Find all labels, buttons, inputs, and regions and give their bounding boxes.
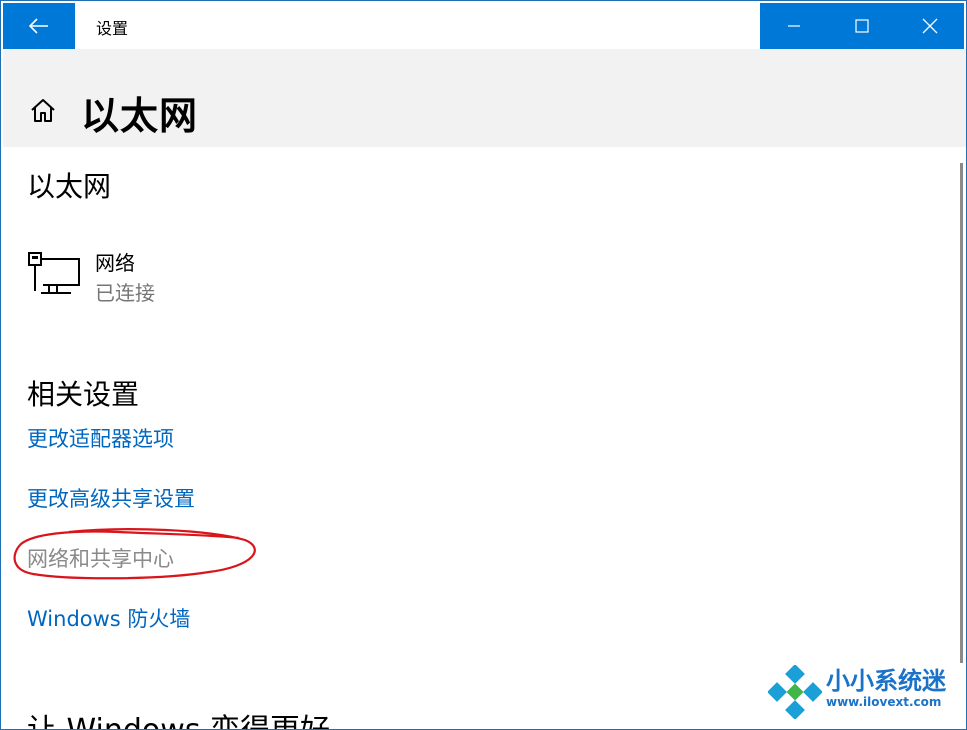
maximize-button[interactable] bbox=[828, 3, 896, 49]
ethernet-section-title: 以太网 bbox=[27, 170, 112, 203]
ethernet-computer-icon bbox=[28, 252, 80, 294]
content-area: 以太网 网络 已连接 相关设置 更改适配器选项 更改高级共享设置 网络和共享中心… bbox=[3, 147, 966, 729]
related-settings-title: 相关设置 bbox=[27, 378, 140, 411]
network-item[interactable]: 网络 已连接 bbox=[27, 247, 327, 307]
scrollbar-thumb[interactable] bbox=[960, 163, 963, 663]
network-name: 网络 bbox=[95, 251, 135, 275]
window-title: 设置 bbox=[96, 19, 129, 38]
minimize-icon bbox=[788, 25, 800, 27]
change-adapter-options-link[interactable]: 更改适配器选项 bbox=[27, 423, 174, 453]
page-header: 以太网 bbox=[3, 49, 966, 147]
scrollbar[interactable] bbox=[958, 147, 964, 729]
windows-firewall-link[interactable]: Windows 防火墙 bbox=[27, 603, 190, 633]
arrow-left-icon bbox=[29, 18, 48, 34]
page-title: 以太网 bbox=[81, 94, 199, 138]
close-button[interactable] bbox=[896, 3, 964, 49]
back-button[interactable] bbox=[3, 3, 75, 49]
watermark-logo-icon bbox=[768, 665, 822, 719]
watermark: 小小系统迷 www.ilovext.com bbox=[768, 661, 958, 723]
maximize-icon bbox=[855, 19, 869, 33]
settings-window: 设置 以太网 以太网 网络 已连接 相关设置 更改适配器选项 更改高级共享设置 … bbox=[0, 0, 967, 730]
network-status: 已连接 bbox=[95, 281, 155, 305]
window-controls bbox=[760, 3, 964, 49]
improve-windows-title: 让 Windows 变得更好 bbox=[27, 705, 330, 729]
minimize-button[interactable] bbox=[760, 3, 828, 49]
change-advanced-sharing-link[interactable]: 更改高级共享设置 bbox=[27, 483, 195, 513]
red-circle-annotation bbox=[13, 528, 256, 580]
title-bar: 设置 bbox=[1, 1, 966, 49]
watermark-name: 小小系统迷 bbox=[826, 667, 946, 695]
home-icon[interactable] bbox=[29, 97, 57, 123]
watermark-url: www.ilovext.com bbox=[826, 695, 942, 709]
close-icon bbox=[922, 18, 938, 34]
